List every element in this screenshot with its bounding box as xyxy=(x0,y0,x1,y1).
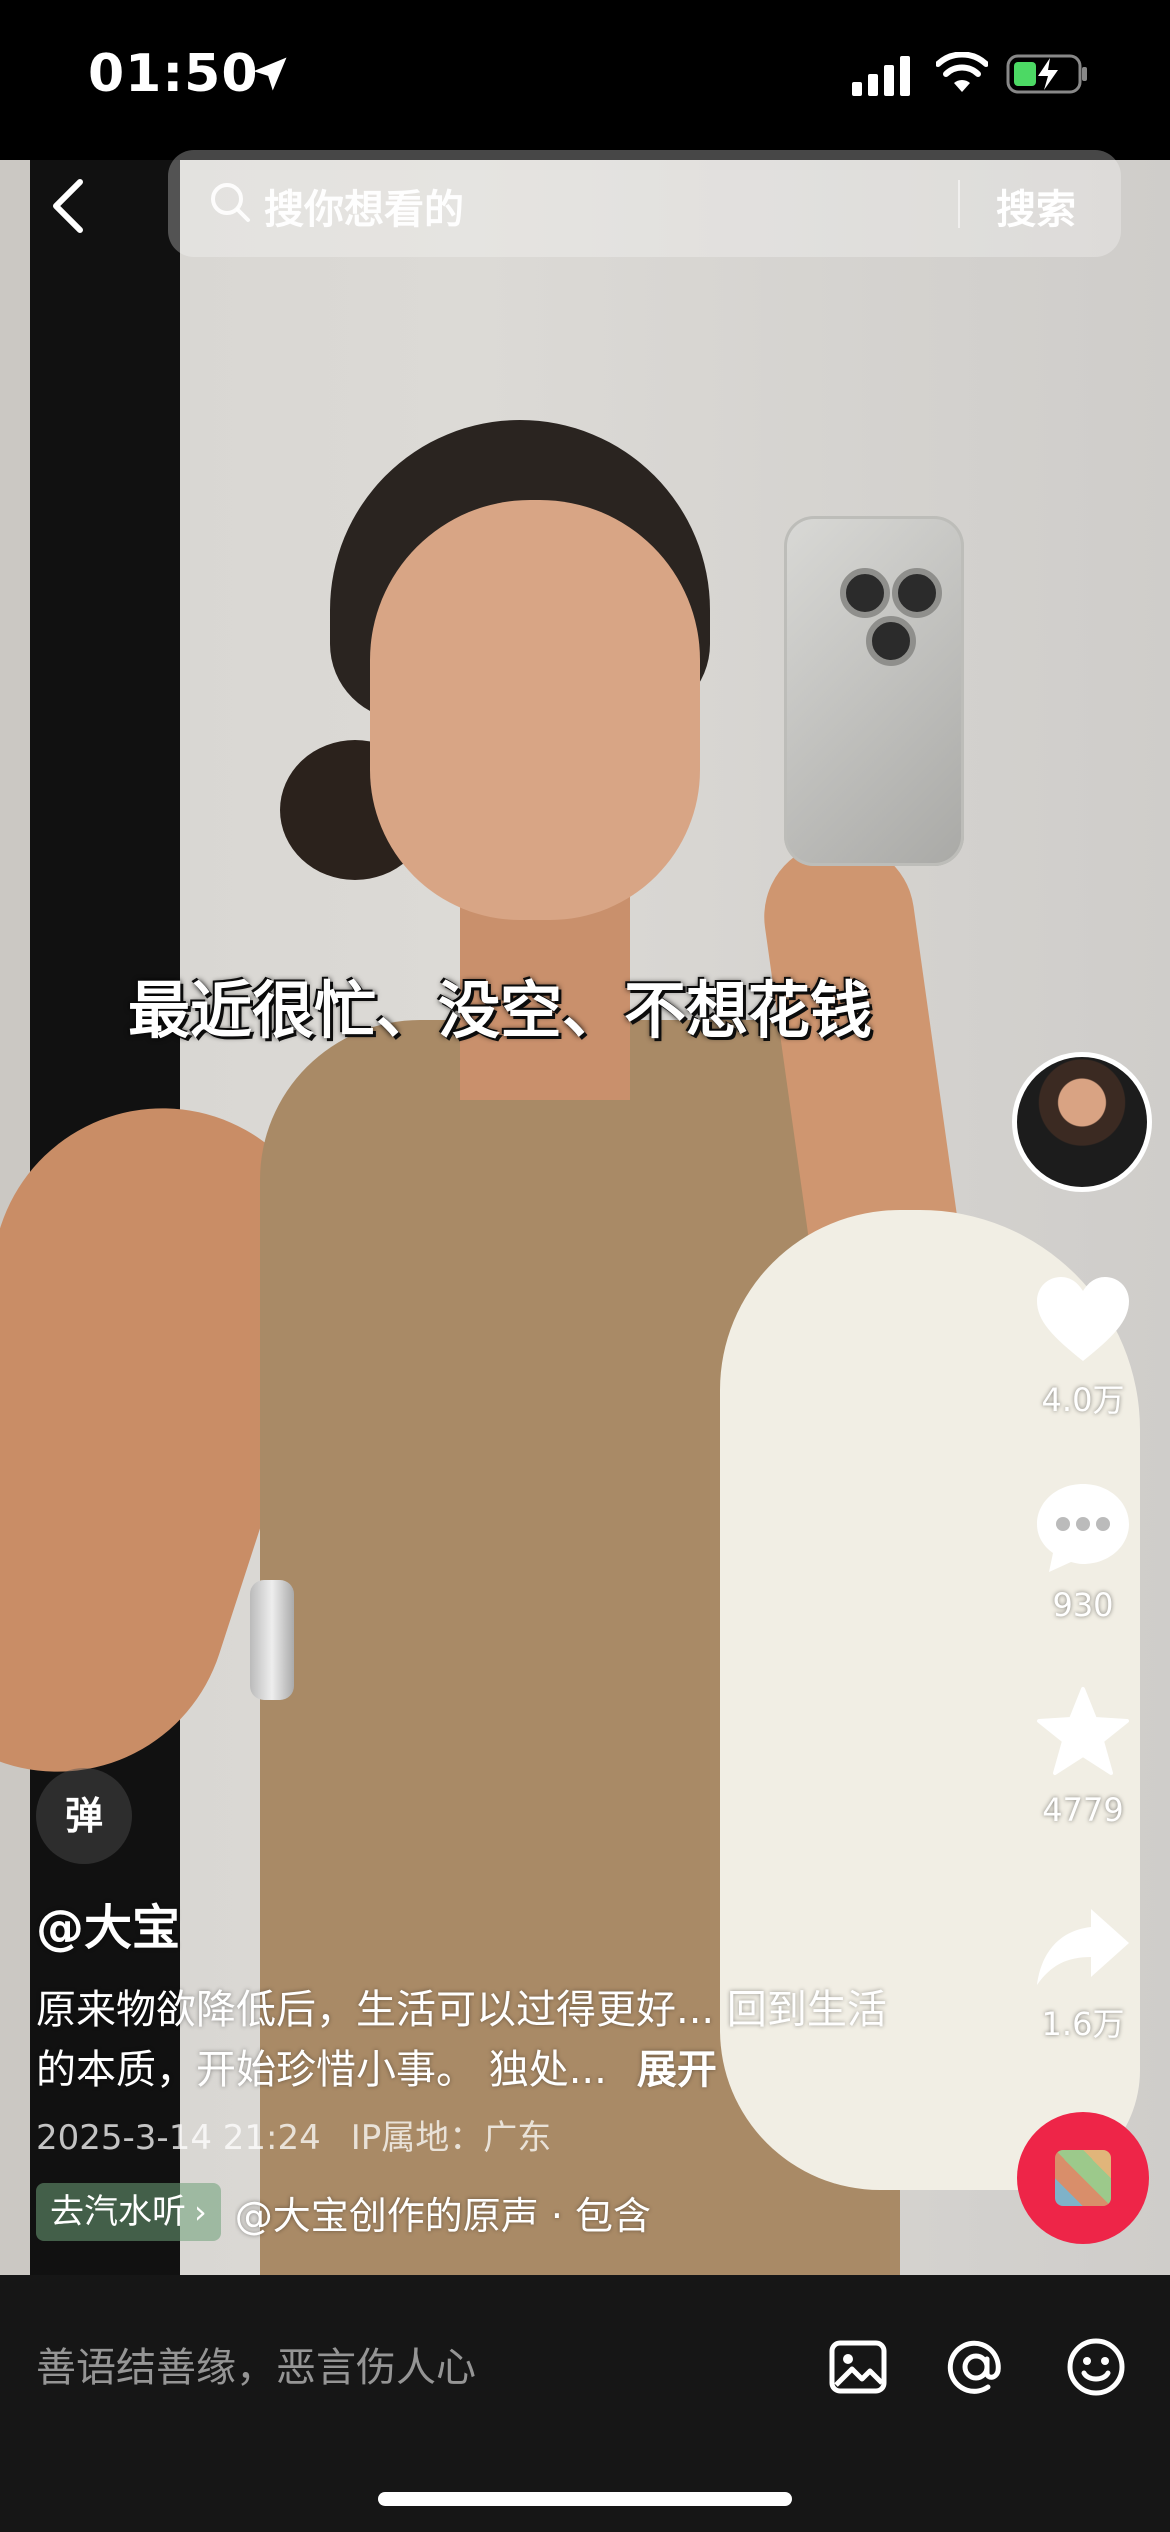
camera-lens xyxy=(866,616,916,666)
author-name[interactable]: @大宝 xyxy=(36,1888,180,1958)
post-meta: 2025-3-14 21:24 IP属地：广东 xyxy=(36,2110,581,2159)
post-description[interactable]: 原来物欲降低后，生活可以过得更好... 回到生活的本质，开始珍惜小事。 独处..… xyxy=(36,1980,896,2100)
danmaku-toggle[interactable]: 弹 xyxy=(36,1768,132,1864)
image-icon[interactable] xyxy=(826,2335,890,2399)
search-bar[interactable]: 搜你想看的 搜索 xyxy=(168,150,1121,257)
like-button[interactable]: 4.0万 xyxy=(1003,1275,1163,1421)
heart-icon xyxy=(1037,1277,1129,1361)
emoji-icon[interactable] xyxy=(1064,2335,1128,2399)
status-bar: 01:50 xyxy=(0,0,1170,160)
search-divider xyxy=(958,180,960,228)
music-title[interactable]: @大宝创作的原声 · 包含 xyxy=(235,2185,725,2240)
at-mention-icon[interactable] xyxy=(944,2335,1008,2399)
ip-location: IP属地：广东 xyxy=(350,2118,552,2158)
share-count: 1.6万 xyxy=(1041,2005,1125,2043)
cellular-signal-icon xyxy=(852,56,910,96)
open-in-music-app-chip[interactable]: 去汽水听 › xyxy=(36,2183,221,2241)
search-input[interactable]: 搜你想看的 xyxy=(264,177,464,235)
music-chip-label: 去汽水听 xyxy=(50,2192,186,2232)
status-time: 01:50 xyxy=(88,44,259,104)
music-thumbnail xyxy=(1055,2150,1111,2206)
comment-input[interactable]: 善语结善缘，恶言伤人心 xyxy=(36,2335,476,2393)
danmaku-label: 弹 xyxy=(64,1794,103,1838)
camera-lens xyxy=(840,568,890,618)
star-icon xyxy=(1037,1687,1129,1775)
battery-charging-icon xyxy=(1006,54,1087,94)
home-indicator[interactable] xyxy=(378,2492,792,2506)
comment-bubble-icon xyxy=(1037,1484,1129,1572)
music-row[interactable]: 去汽水听 › @大宝创作的原声 · 包含 xyxy=(36,2182,725,2242)
phone-in-hand xyxy=(784,516,964,866)
share-arrow-icon xyxy=(1037,1909,1129,1985)
search-button[interactable]: 搜索 xyxy=(996,177,1076,235)
chevron-left-icon[interactable] xyxy=(46,178,90,234)
wifi-icon xyxy=(936,52,988,92)
search-icon xyxy=(211,183,250,222)
music-disc[interactable] xyxy=(1017,2112,1149,2244)
comment-button[interactable]: 930 xyxy=(1003,1480,1163,1624)
author-avatar[interactable] xyxy=(1012,1052,1152,1192)
like-count: 4.0万 xyxy=(1041,1381,1125,1419)
video-subtitle: 最近很忙、没空、不想花钱 xyxy=(127,974,872,1047)
share-button[interactable]: 1.6万 xyxy=(1003,1905,1163,2045)
comment-count: 930 xyxy=(1052,1586,1114,1624)
favorite-count: 4779 xyxy=(1042,1791,1124,1829)
chevron-right-icon: › xyxy=(194,2193,207,2231)
camera-lens xyxy=(892,568,942,618)
face-shape xyxy=(370,500,700,920)
expand-button[interactable]: 展开 xyxy=(637,2047,717,2093)
post-date: 2025-3-14 21:24 xyxy=(36,2118,321,2158)
comment-bar: 善语结善缘，恶言伤人心 xyxy=(0,2275,1170,2532)
post-description-text: 原来物欲降低后，生活可以过得更好... 回到生活的本质，开始珍惜小事。 独处..… xyxy=(36,1987,887,2093)
bracelet-shape xyxy=(250,1580,294,1700)
location-arrow-icon xyxy=(253,57,287,91)
favorite-button[interactable]: 4779 xyxy=(1003,1685,1163,1829)
